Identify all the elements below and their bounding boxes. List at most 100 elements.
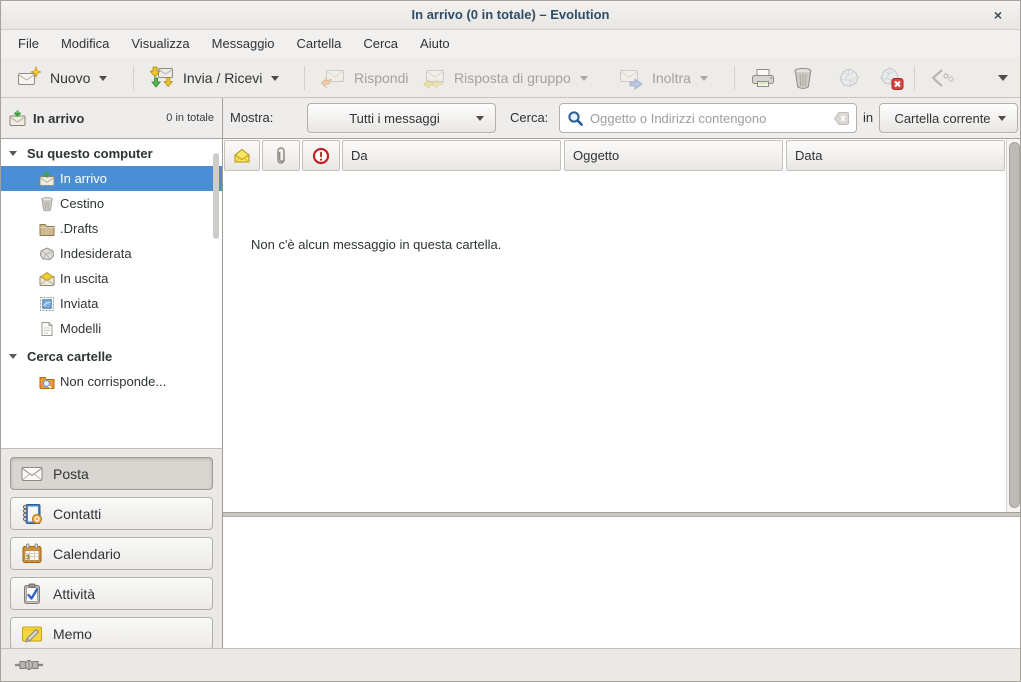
junk-button[interactable] xyxy=(834,63,864,93)
chevron-down-icon xyxy=(998,75,1008,81)
switcher-tasks-button[interactable]: Attività xyxy=(10,577,213,610)
message-list-body[interactable]: Non c'è alcun messaggio in questa cartel… xyxy=(223,172,1006,512)
reply-label: Rispondi xyxy=(354,70,408,86)
search-scope-dropdown[interactable]: Cartella corrente xyxy=(879,103,1018,133)
menu-item-cartella[interactable]: Cartella xyxy=(286,30,353,58)
sidebar-item-non-corrisponde[interactable]: Non corrisponde... xyxy=(1,369,222,394)
search-input[interactable] xyxy=(590,111,828,126)
message-list-scrollbar[interactable] xyxy=(1006,139,1021,512)
menu-item-cerca[interactable]: Cerca xyxy=(352,30,409,58)
show-label: Mostra: xyxy=(230,98,273,138)
send-receive-button[interactable]: Invia / Ricevi xyxy=(142,62,287,94)
attachment-icon xyxy=(275,147,287,164)
print-button[interactable] xyxy=(748,63,778,93)
sidebar-item-cestino[interactable]: Cestino xyxy=(1,191,222,216)
tree-group-search-folders[interactable]: Cerca cartelle xyxy=(1,344,222,369)
chevron-down-icon xyxy=(998,116,1006,121)
window-title: In arrivo (0 in totale) – Evolution xyxy=(412,7,610,22)
switcher-contacts-button[interactable]: Contatti xyxy=(10,497,213,530)
toolbar-separator xyxy=(734,66,735,90)
not-junk-button[interactable] xyxy=(876,63,906,93)
forward-button[interactable]: Inoltra xyxy=(611,62,716,94)
reply-group-icon xyxy=(421,66,445,90)
menu-item-aiuto[interactable]: Aiuto xyxy=(409,30,461,58)
read-status-icon xyxy=(233,148,251,164)
reply-group-button[interactable]: Risposta di gruppo xyxy=(413,62,596,94)
chevron-down-icon[interactable] xyxy=(99,76,107,81)
svg-text:3: 3 xyxy=(26,554,30,561)
column-header-attachment[interactable] xyxy=(262,140,300,171)
folder-label: .Drafts xyxy=(60,221,98,236)
sidebar-item-inviata[interactable]: Inviata xyxy=(1,291,222,316)
switcher-memo-button[interactable]: Memo xyxy=(10,617,213,650)
menu-item-visualizza[interactable]: Visualizza xyxy=(120,30,200,58)
forward-icon xyxy=(619,66,643,90)
sidebar-item-in-arrivo[interactable]: In arrivo xyxy=(1,166,222,191)
sidebar-item-indesiderata[interactable]: Indesiderata xyxy=(1,241,222,266)
filter-bar: In arrivo 0 in totale Mostra: Tutti i me… xyxy=(1,98,1020,139)
delete-button[interactable] xyxy=(788,63,818,93)
folder-label: Modelli xyxy=(60,321,101,336)
close-icon[interactable]: × xyxy=(988,1,1008,29)
outbox-icon xyxy=(39,271,55,287)
switcher-label: Attività xyxy=(53,586,95,602)
search-folder-icon xyxy=(39,374,55,390)
expander-icon[interactable] xyxy=(9,151,17,156)
tree-group-label: Su questo computer xyxy=(27,146,153,161)
expander-icon[interactable] xyxy=(9,354,17,359)
scrollbar-thumb[interactable] xyxy=(1009,142,1020,508)
memo-icon xyxy=(21,624,43,644)
inbox-icon xyxy=(39,171,55,187)
send-receive-icon xyxy=(150,66,174,90)
tree-group-label: Cerca cartelle xyxy=(27,349,112,364)
sidebar-item-modelli[interactable]: Modelli xyxy=(1,316,222,341)
search-input-container xyxy=(559,103,857,133)
column-header-read-status[interactable] xyxy=(224,140,260,171)
forward-label: Inoltra xyxy=(652,70,691,86)
switcher-calendar-button[interactable]: 3 Calendario xyxy=(10,537,213,570)
column-header-label: Data xyxy=(795,148,822,163)
evolution-window: In arrivo (0 in totale) – Evolution × Fi… xyxy=(0,0,1021,682)
new-message-button[interactable]: Nuovo xyxy=(9,62,115,94)
chevron-down-icon[interactable] xyxy=(580,76,588,81)
column-header-oggetto[interactable]: Oggetto xyxy=(564,140,783,171)
show-filter-dropdown[interactable]: Tutti i messaggi xyxy=(307,103,496,133)
tree-group-this-computer[interactable]: Su questo computer xyxy=(1,141,222,166)
folder-icon xyxy=(39,221,55,237)
calendar-icon: 3 xyxy=(21,543,43,565)
priority-icon xyxy=(312,147,330,165)
chevron-down-icon[interactable] xyxy=(700,76,708,81)
magnifier-icon xyxy=(567,110,584,127)
titlebar[interactable]: In arrivo (0 in totale) – Evolution × xyxy=(1,1,1020,30)
send-receive-label: Invia / Ricevi xyxy=(183,70,262,86)
folder-label: Non corrisponde... xyxy=(60,374,166,389)
sent-stamp-icon xyxy=(39,296,55,312)
toolbar-overflow-button[interactable] xyxy=(991,63,1015,93)
column-header-data[interactable]: Data xyxy=(786,140,1005,171)
chevron-down-icon xyxy=(476,116,484,121)
switcher-mail-button[interactable]: Posta xyxy=(10,457,213,490)
menu-item-messaggio[interactable]: Messaggio xyxy=(201,30,286,58)
back-button[interactable] xyxy=(925,63,961,93)
toolbar-separator xyxy=(304,66,305,90)
menu-item-modifica[interactable]: Modifica xyxy=(50,30,120,58)
reply-group-label: Risposta di gruppo xyxy=(454,70,571,86)
preview-pane xyxy=(223,517,1021,648)
chevron-down-icon[interactable] xyxy=(271,76,279,81)
folder-label: In arrivo xyxy=(60,171,107,186)
sidebar-item-drafts[interactable]: .Drafts xyxy=(1,216,222,241)
back-icon xyxy=(928,66,958,90)
sidebar-item-in-uscita[interactable]: In uscita xyxy=(1,266,222,291)
menu-item-file[interactable]: File xyxy=(7,30,50,58)
empty-folder-message: Non c'è alcun messaggio in questa cartel… xyxy=(251,237,501,252)
clear-input-icon[interactable] xyxy=(834,112,849,125)
toolbar-separator xyxy=(914,66,915,90)
column-header-priority[interactable] xyxy=(302,140,340,171)
column-header-da[interactable]: Da xyxy=(342,140,561,171)
reply-button[interactable]: Rispondi xyxy=(313,62,416,94)
switcher-label: Posta xyxy=(53,466,89,482)
online-status-icon[interactable] xyxy=(14,656,44,674)
column-header-label: Oggetto xyxy=(573,148,619,163)
show-filter-value: Tutti i messaggi xyxy=(349,111,440,126)
sidebar-scrollbar[interactable] xyxy=(213,153,219,239)
